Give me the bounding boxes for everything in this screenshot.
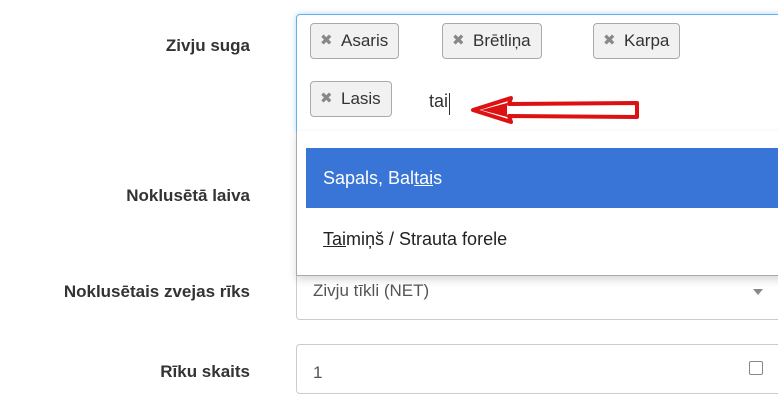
red-arrow-annotation (471, 96, 639, 124)
count-value: 1 (313, 363, 323, 382)
count-label: Rīku skaits (160, 362, 250, 381)
species-tag: ✖ Brētliņa (442, 23, 542, 59)
species-tag: ✖ Lasis (310, 81, 392, 117)
species-multiselect[interactable]: ✖ Asaris ✖ Brētliņa ✖ Karpa ✖ Lasis tai (296, 14, 778, 132)
gear-select-value: Zivju tīkli (NET) (313, 281, 430, 300)
text-caret (449, 93, 450, 115)
species-label: Zivju suga (165, 36, 250, 55)
species-tag-label: Lasis (341, 89, 381, 108)
gear-label: Noklusētais zvejas rīks (63, 282, 250, 301)
dropdown-option[interactable]: Sapals, Baltais (306, 148, 778, 208)
dropdown-option[interactable]: Taimiņš / Strauta forele (306, 209, 778, 269)
species-dropdown: Sapals, Baltais Taimiņš / Strauta forele (296, 131, 778, 276)
remove-tag-icon[interactable]: ✖ (452, 24, 465, 58)
species-search-input[interactable]: tai (429, 91, 448, 112)
option-text: miņš / Strauta forele (346, 229, 508, 249)
option-text: s (433, 168, 443, 188)
species-tag: ✖ Karpa (593, 23, 681, 59)
option-text: Sapals, Bal (323, 168, 415, 188)
boat-label: Noklusētā laiva (126, 186, 250, 205)
species-tag-label: Brētliņa (473, 31, 531, 50)
species-tag: ✖ Asaris (310, 23, 400, 59)
option-match: Tai (323, 229, 347, 249)
remove-tag-icon[interactable]: ✖ (320, 82, 333, 116)
option-match: tai (414, 168, 434, 188)
species-tag-label: Karpa (624, 31, 670, 50)
chevron-down-icon (753, 289, 763, 295)
remove-tag-icon[interactable]: ✖ (603, 24, 616, 58)
count-input[interactable]: 1 (296, 344, 778, 394)
species-tag-label: Asaris (341, 31, 389, 50)
remove-tag-icon[interactable]: ✖ (320, 24, 333, 58)
spinner-icon[interactable] (749, 361, 763, 375)
